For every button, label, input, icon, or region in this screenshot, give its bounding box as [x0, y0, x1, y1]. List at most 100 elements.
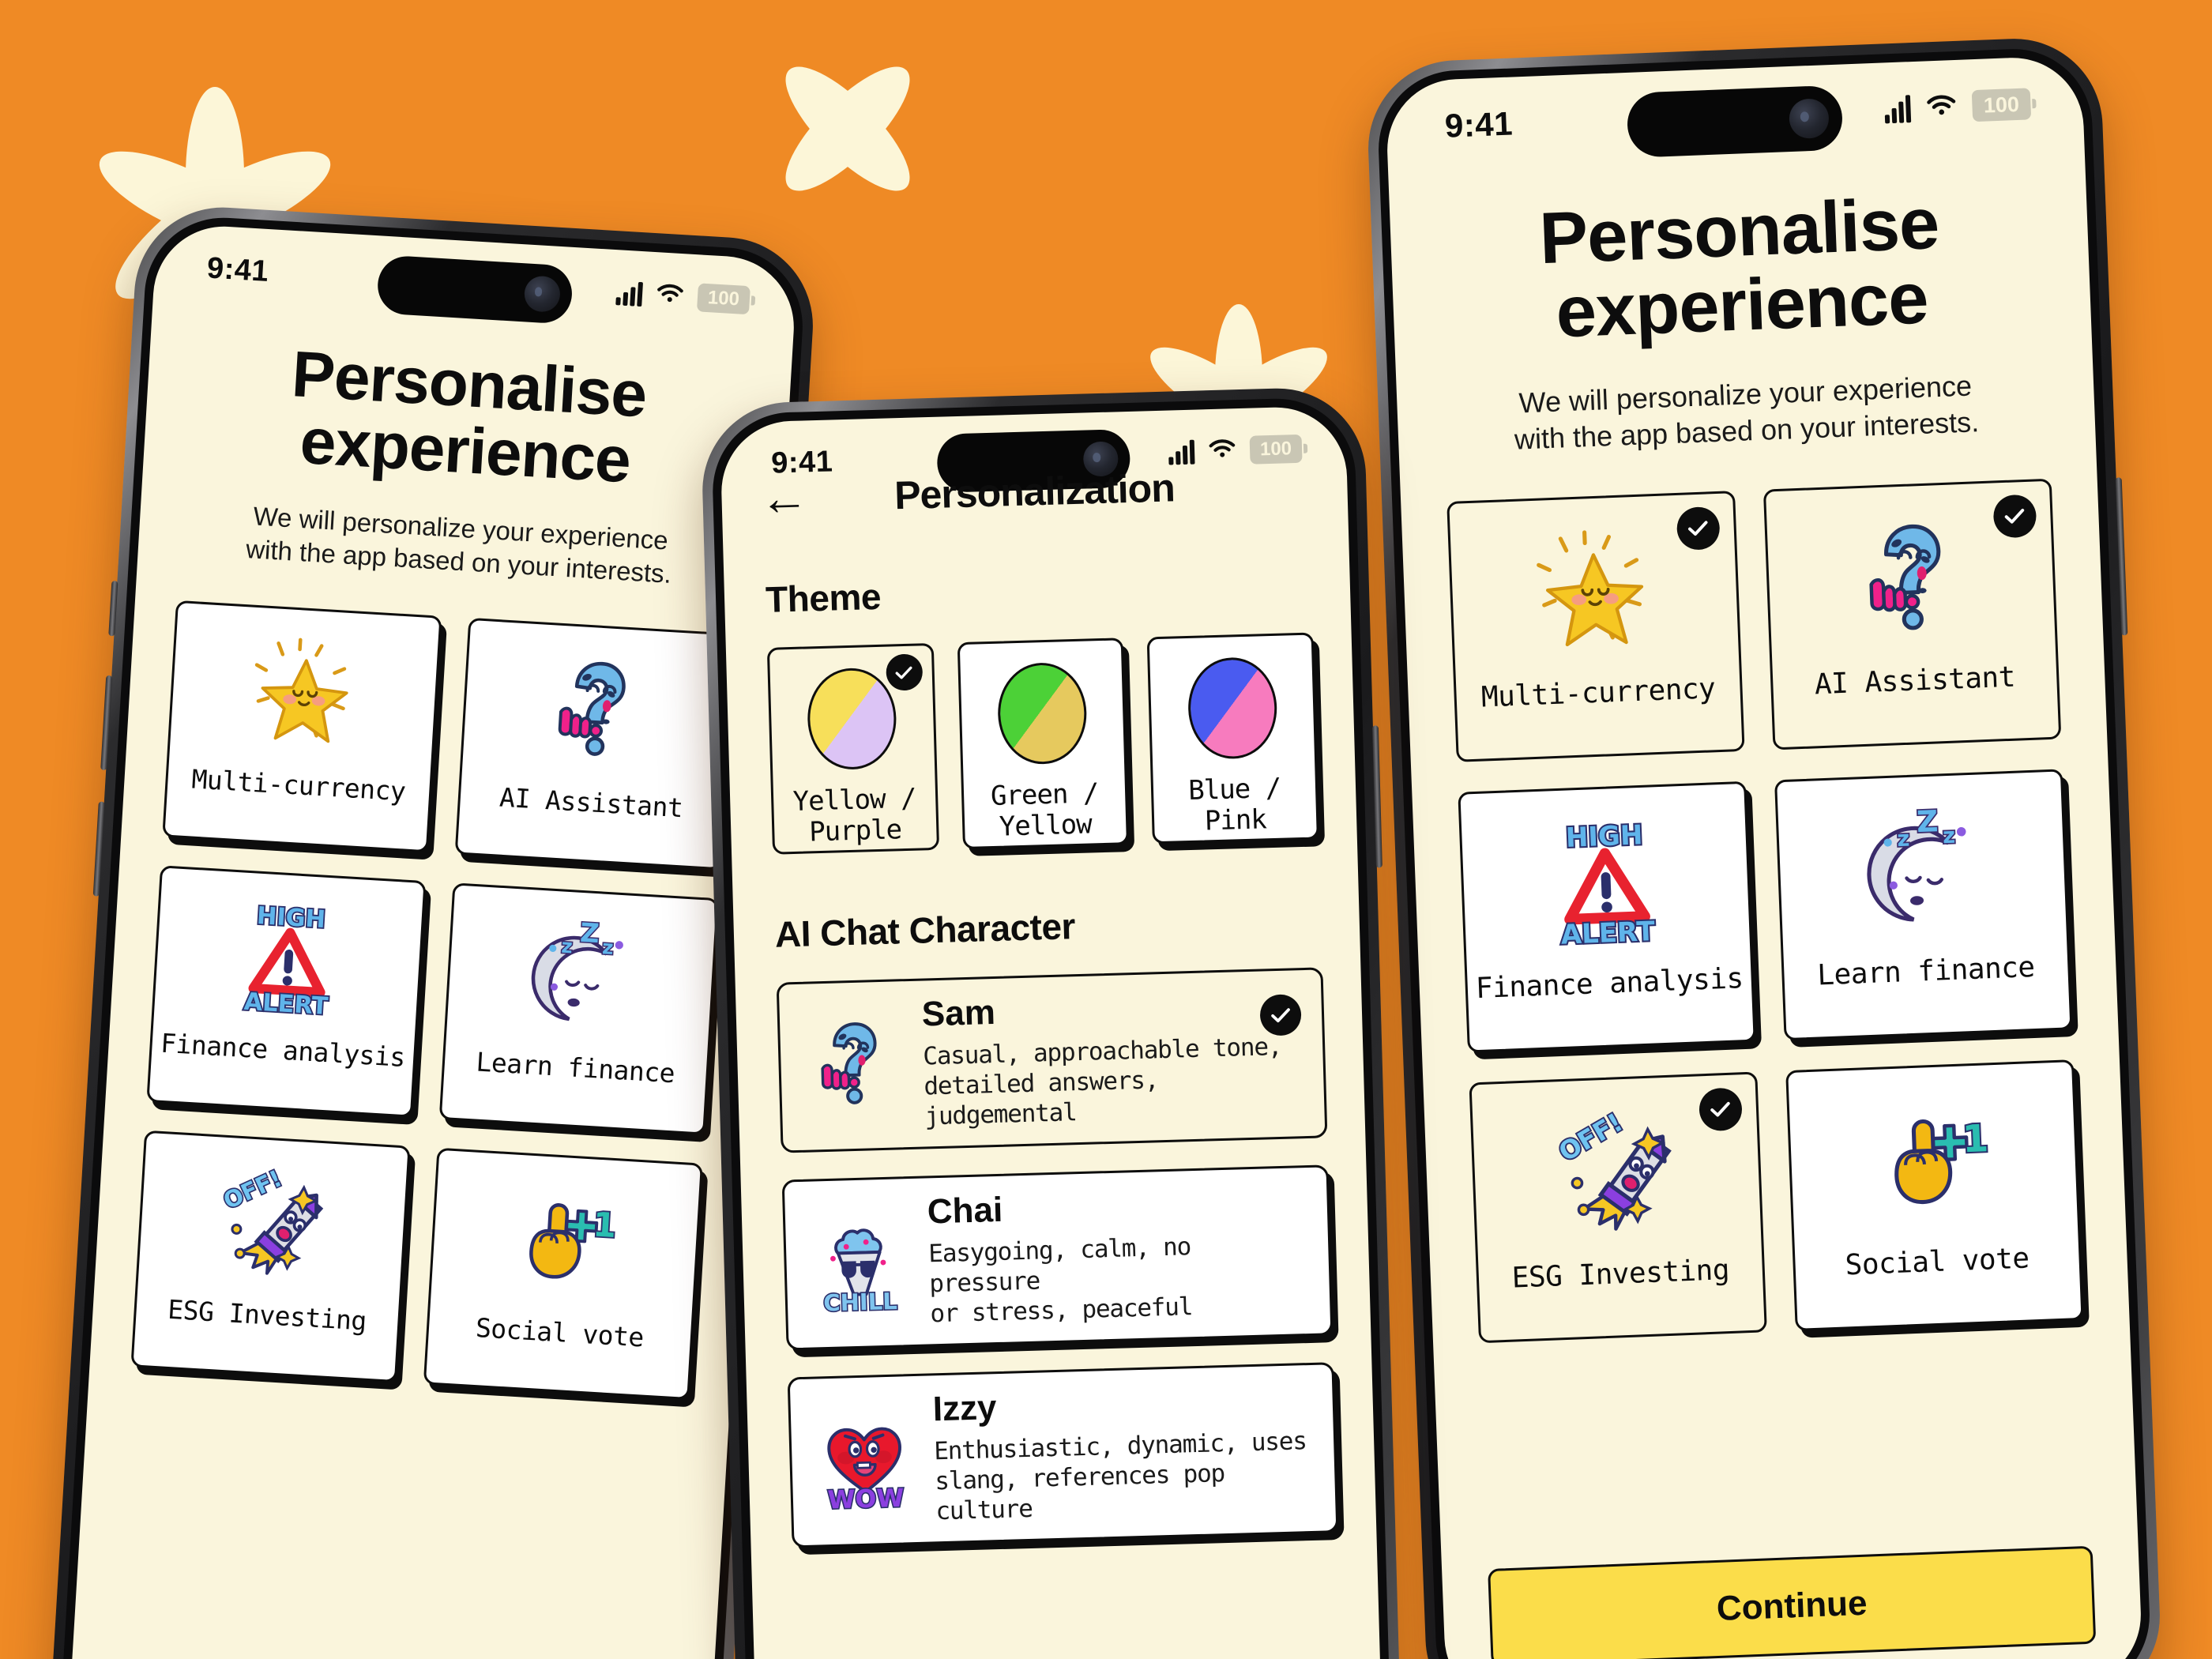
- status-time: 9:41: [1444, 104, 1514, 145]
- interest-label: ESG Investing: [167, 1293, 367, 1337]
- dynamic-island: [376, 254, 574, 325]
- battery-icon: 100: [696, 283, 750, 315]
- svg-text:z: z: [1896, 826, 1909, 852]
- selected-check-icon: [1676, 506, 1721, 551]
- sleeping-moon-sticker-icon: z Z z: [1866, 802, 1966, 922]
- theme-swatch: [996, 661, 1089, 766]
- phone-middle: 9:41 100 ← Personalization Theme Yellow …: [700, 386, 1405, 1659]
- high-alert-sticker-icon: HIGH ALERT: [242, 901, 330, 1022]
- battery-level: 100: [707, 287, 740, 310]
- theme-label-line1: Green /: [990, 777, 1099, 813]
- question-mark-hmm-sticker-icon: [821, 1022, 877, 1104]
- interest-card-social-vote[interactable]: 1 Social vote: [1785, 1059, 2084, 1331]
- svg-text:z: z: [601, 935, 614, 959]
- character-desc-line1: Easygoing, calm, no pressure: [927, 1232, 1191, 1299]
- nav-title: Personalization: [893, 465, 1176, 518]
- sleeping-moon-sticker-icon: z Z z: [531, 916, 623, 1021]
- hand-plus-one-sticker-icon: 1: [529, 1202, 619, 1279]
- theme-label: Green / Yellow: [990, 777, 1100, 843]
- hand-plus-one-sticker-icon: 1: [1894, 1115, 1991, 1204]
- theme-section-title: Theme: [765, 575, 882, 620]
- page-subtitle-left: We will personalize your experience with…: [137, 493, 782, 597]
- theme-swatch: [1187, 656, 1278, 760]
- character-name: Sam: [921, 993, 996, 1034]
- front-camera-icon: [1788, 98, 1830, 140]
- phone-right: 9:41 100 Personalise experience We will …: [1364, 35, 2164, 1659]
- interest-label: AI Assistant: [498, 781, 684, 824]
- continue-label: Continue: [1715, 1583, 1868, 1628]
- svg-text:Z: Z: [579, 917, 600, 949]
- character-desc: Easygoing, calm, no pressure or stress, …: [928, 1229, 1310, 1330]
- interest-label: Finance analysis: [160, 1027, 406, 1073]
- interest-card-esg-investing[interactable]: OFF! ESG Investing: [130, 1130, 411, 1382]
- question-mark-hmm-sticker-icon: [558, 661, 626, 756]
- selected-check-icon: [885, 653, 924, 691]
- rocket-off-sticker-icon: OFF!: [217, 1163, 323, 1275]
- screen-left: 9:41 100 Personalise experience We will …: [68, 222, 798, 1659]
- svg-text:WOW: WOW: [827, 1484, 905, 1514]
- selected-check-icon: [1698, 1087, 1743, 1132]
- character-option-chai[interactable]: CHILL Chai Easygoing, calm, no pressure …: [781, 1164, 1334, 1351]
- page-title-left: Personalise experience: [143, 333, 791, 502]
- interest-label: Learn finance: [1816, 950, 2036, 992]
- continue-button-right[interactable]: Continue: [1488, 1545, 2097, 1659]
- wifi-icon: [654, 281, 686, 310]
- theme-label-line1: Blue /: [1187, 772, 1281, 807]
- interest-label: AI Assistant: [1814, 660, 2016, 702]
- character-desc: Enthusiastic, dynamic, uses slang, refer…: [934, 1427, 1315, 1527]
- interest-card-finance-analysis[interactable]: HIGH ALERT Finance analysis: [146, 864, 427, 1118]
- status-bar-right: 9:41 100: [1385, 55, 2085, 175]
- character-name: Chai: [927, 1191, 1003, 1232]
- screen-right: 9:41 100 Personalise experience We will …: [1384, 55, 2144, 1659]
- scene: 9:41 100 Personalise experience We will …: [0, 0, 2212, 1659]
- rocket-off-sticker-icon: OFF!: [1552, 1106, 1672, 1231]
- x-sparkle-decoration: [768, 49, 927, 208]
- star-sticker-icon: [1536, 530, 1643, 646]
- character-list: Sam Casual, approachable tone, detailed …: [776, 967, 1339, 1548]
- svg-text:CHILL: CHILL: [823, 1288, 897, 1317]
- interest-card-multi-currency[interactable]: Multi-currency: [162, 600, 442, 853]
- theme-label: Yellow / Purple: [792, 783, 917, 849]
- screen-middle: 9:41 100 ← Personalization Theme Yellow …: [719, 405, 1386, 1659]
- battery-icon: 100: [1971, 88, 2032, 122]
- theme-label-line2: Purple: [808, 814, 902, 848]
- svg-text:1: 1: [1962, 1117, 1989, 1161]
- theme-option-blue-pink[interactable]: Blue / Pink: [1146, 632, 1319, 845]
- character-name: Izzy: [932, 1388, 998, 1429]
- front-camera-icon: [523, 274, 562, 313]
- page-title-right: Personalise experience: [1390, 182, 2092, 356]
- interest-card-social-vote[interactable]: 1 Social vote: [423, 1147, 704, 1400]
- cellular-signal-icon: [615, 280, 644, 307]
- character-desc: Casual, approachable tone, detailed answ…: [923, 1032, 1304, 1132]
- svg-text:z: z: [560, 934, 573, 957]
- cellular-signal-icon: [1884, 94, 1912, 123]
- svg-text:OFF!: OFF!: [219, 1164, 285, 1214]
- character-desc-line2: detailed answers, judgemental: [923, 1066, 1159, 1131]
- interest-card-esg-investing[interactable]: OFF! ESG Investing: [1469, 1071, 1767, 1344]
- interest-card-finance-analysis[interactable]: HIGH ALERT Finance analysis: [1458, 781, 1756, 1053]
- star-sticker-icon: [254, 638, 348, 743]
- interest-card-learn-finance[interactable]: z Z z Learn finance: [1774, 769, 2073, 1040]
- interest-card-ai-assistant[interactable]: AI Assistant: [454, 617, 735, 871]
- theme-option-green-yellow[interactable]: Green / Yellow: [957, 638, 1130, 850]
- svg-text:Z: Z: [1916, 803, 1939, 839]
- character-option-sam[interactable]: Sam Casual, approachable tone, detailed …: [776, 967, 1328, 1153]
- interest-grid-left: Multi-currency AI Assistant HIGH ALERT F…: [130, 600, 735, 1400]
- interest-label: Multi-currency: [1480, 672, 1717, 714]
- chill-icecream-sticker-icon: CHILL: [822, 1228, 899, 1317]
- theme-label-line2: Pink: [1204, 803, 1267, 837]
- page-subtitle-right: We will personalize your experience with…: [1397, 363, 2096, 462]
- wifi-icon: [1924, 92, 1958, 122]
- character-option-izzy[interactable]: WOW Izzy Enthusiastic, dynamic, uses sla…: [787, 1362, 1339, 1548]
- svg-text:1: 1: [592, 1205, 618, 1246]
- theme-label: Blue / Pink: [1188, 773, 1282, 837]
- character-desc-line2: slang, references pop culture: [934, 1459, 1225, 1526]
- interest-card-ai-assistant[interactable]: AI Assistant: [1762, 478, 2062, 750]
- interest-card-learn-finance[interactable]: z Z z Learn finance: [438, 882, 719, 1135]
- character-section-title: AI Chat Character: [774, 905, 1076, 955]
- theme-swatch: [806, 667, 898, 771]
- theme-label-line2: Yellow: [999, 808, 1093, 843]
- interest-label: Finance analysis: [1475, 961, 1744, 1005]
- interest-card-multi-currency[interactable]: Multi-currency: [1446, 490, 1745, 762]
- theme-option-yellow-purple[interactable]: Yellow / Purple: [766, 642, 939, 855]
